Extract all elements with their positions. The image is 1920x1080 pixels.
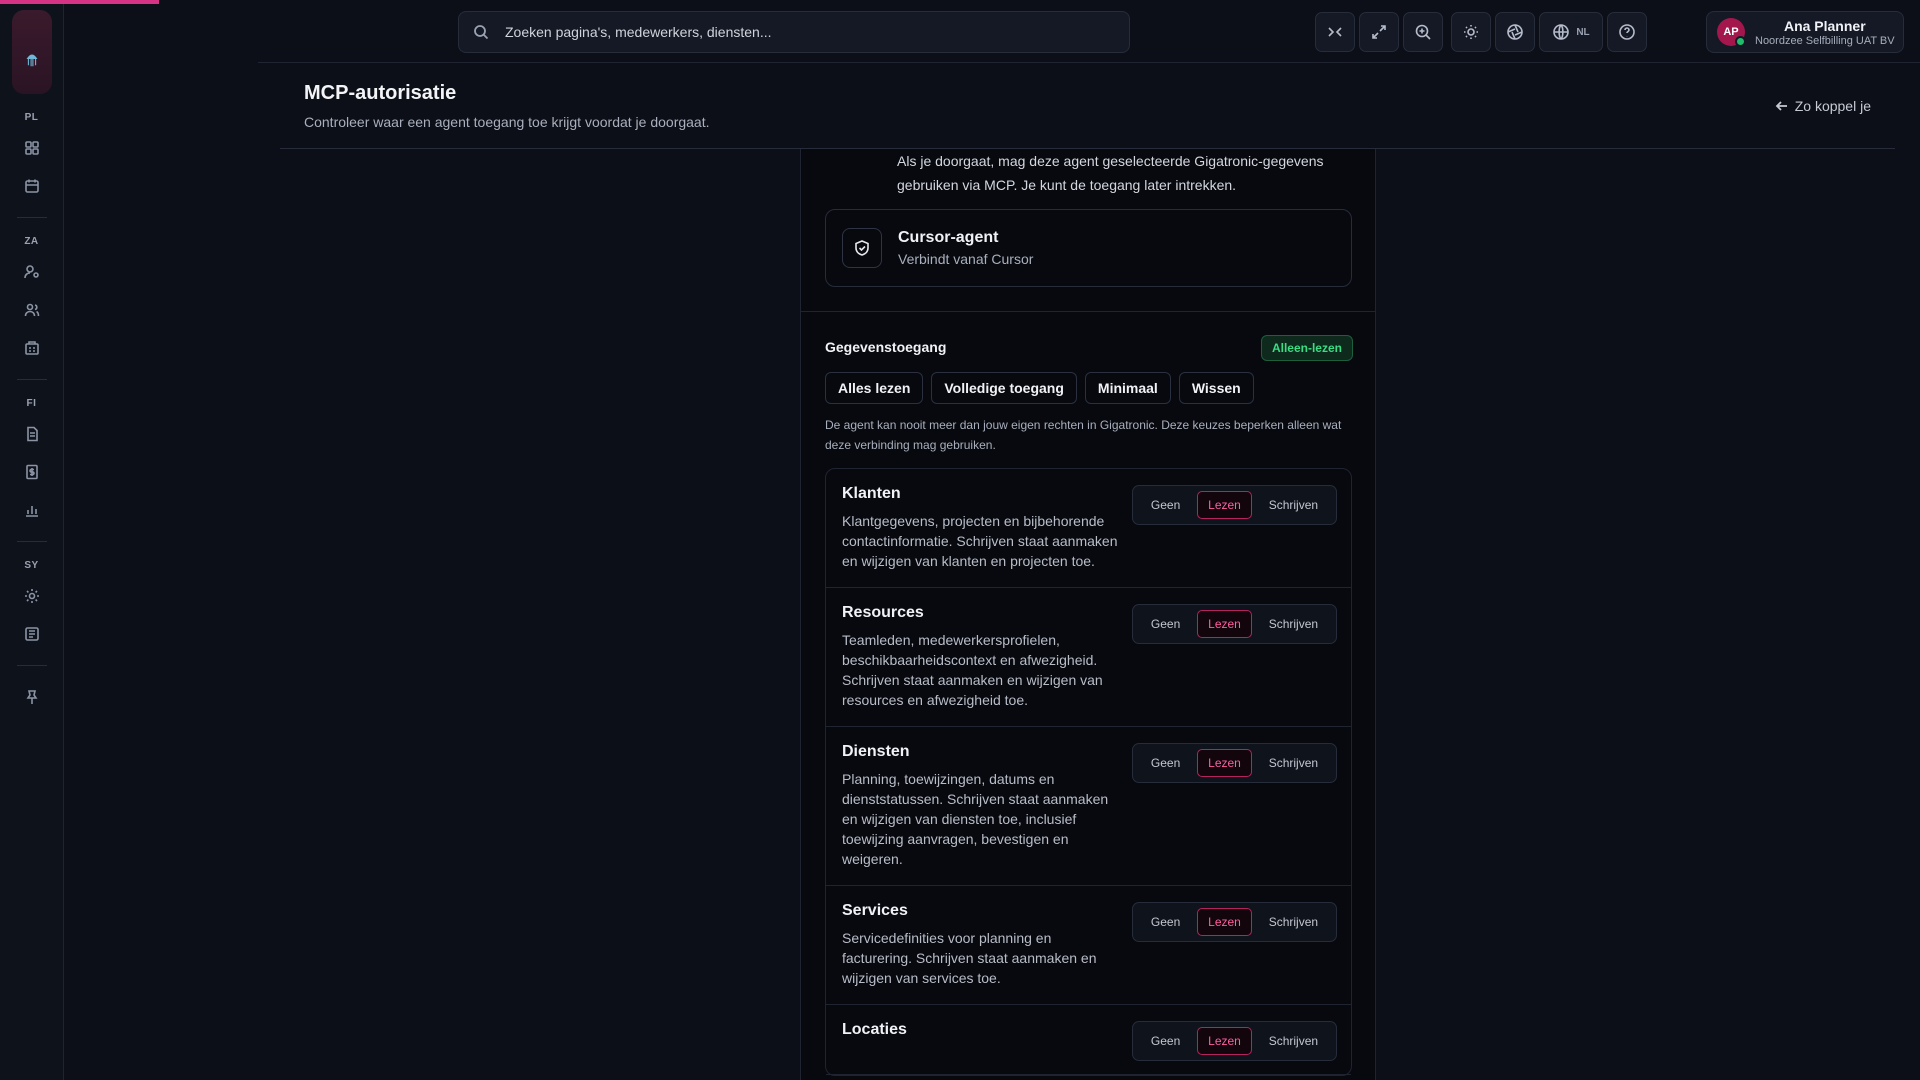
- page-header: MCP-autorisatie Controleer waar een agen…: [280, 64, 1895, 149]
- help-icon: [1619, 24, 1635, 40]
- page-subtitle: Controleer waar een agent toegang toe kr…: [304, 114, 710, 130]
- search-icon: [474, 25, 489, 40]
- rail-divider: [16, 665, 47, 666]
- sun-icon: [1464, 25, 1478, 39]
- user-cog-icon[interactable]: [13, 253, 51, 291]
- aperture-button[interactable]: [1495, 12, 1535, 52]
- rail-divider: [16, 217, 47, 218]
- chart-icon[interactable]: [13, 491, 51, 529]
- dashboard-icon[interactable]: [13, 129, 51, 167]
- permission-note: De agent kan nooit meer dan jouw eigen r…: [825, 418, 1342, 452]
- permission-level-selector: Geen Lezen Schrijven: [1132, 604, 1337, 644]
- level-write-option[interactable]: Schrijven: [1258, 749, 1329, 777]
- aperture-icon: [1507, 24, 1523, 40]
- collapse-sidebar-button[interactable]: [1315, 12, 1355, 52]
- fullscreen-button[interactable]: [1359, 12, 1399, 52]
- level-read-option[interactable]: Lezen: [1197, 1027, 1252, 1055]
- permission-row: Diensten Planning, toewijzingen, datums e…: [826, 727, 1351, 886]
- rail-section-za: ZA: [24, 236, 39, 247]
- how-to-connect-link[interactable]: Zo koppel je: [1775, 98, 1871, 114]
- user-menu[interactable]: AP Ana Planner Noordzee Selfbilling UAT …: [1706, 11, 1904, 53]
- level-write-option[interactable]: Schrijven: [1258, 491, 1329, 519]
- rail-section-sy: SY: [24, 560, 39, 571]
- permission-level-selector: Geen Lezen Schrijven: [1132, 902, 1337, 942]
- calendar-icon[interactable]: [13, 167, 51, 205]
- permission-level-selector: Geen Lezen Schrijven: [1132, 1021, 1337, 1061]
- level-write-option[interactable]: Schrijven: [1258, 1027, 1329, 1055]
- rail-section-fi: FI: [26, 398, 37, 409]
- invoice-icon[interactable]: [13, 453, 51, 491]
- rail-section-pl: PL: [24, 112, 39, 123]
- theme-toggle-button[interactable]: [1451, 12, 1491, 52]
- level-read-option[interactable]: Lezen: [1197, 749, 1252, 777]
- permission-description: Klantgegevens, projecten en bijbehorende…: [842, 513, 1118, 569]
- preset-minimal-button[interactable]: Minimaal: [1084, 372, 1171, 404]
- level-none-option[interactable]: Geen: [1140, 610, 1191, 638]
- permission-row: Services Servicedefinities voor planning …: [826, 886, 1351, 1005]
- level-write-option[interactable]: Schrijven: [1258, 908, 1329, 936]
- level-read-option[interactable]: Lezen: [1197, 491, 1252, 519]
- preset-read-all-button[interactable]: Alles lezen: [825, 372, 924, 404]
- building-icon[interactable]: [13, 329, 51, 367]
- arrow-left-icon: [1775, 101, 1787, 111]
- app-logo[interactable]: [11, 10, 52, 94]
- rail-divider: [16, 541, 47, 542]
- page-title: MCP-autorisatie: [304, 82, 457, 104]
- section-divider: [801, 311, 1375, 312]
- how-to-connect-label: Zo koppel je: [1794, 98, 1871, 114]
- authorization-panel: Als je doorgaat, mag deze agent geselect…: [800, 149, 1376, 1080]
- globe-icon: [1553, 24, 1570, 40]
- avatar: AP: [1717, 18, 1746, 47]
- level-none-option[interactable]: Geen: [1140, 1027, 1191, 1055]
- help-button[interactable]: [1607, 12, 1647, 52]
- rail-divider: [16, 379, 47, 380]
- permission-description: Servicedefinities voor planning en factu…: [842, 930, 1097, 986]
- permission-row: Locaties Geen Lezen Schrijven: [826, 1005, 1351, 1075]
- permission-level-selector: Geen Lezen Schrijven: [1132, 743, 1337, 783]
- level-write-option[interactable]: Schrijven: [1258, 610, 1329, 638]
- sidebar-rail: PL ZA FI SY: [0, 0, 64, 1080]
- permission-list: Klanten Klantgegevens, projecten en bijbe…: [825, 468, 1352, 1076]
- permission-row: Resources Teamleden, medewerkersprofielen…: [826, 588, 1351, 727]
- language-code: NL: [1576, 26, 1590, 38]
- language-button[interactable]: NL: [1539, 12, 1603, 52]
- user-organization: Noordzee Selfbilling UAT BV: [1755, 34, 1895, 47]
- permission-row: Klanten Klantgegevens, projecten en bijbe…: [826, 469, 1351, 588]
- log-icon[interactable]: [13, 615, 51, 653]
- user-name: Ana Planner: [1783, 17, 1866, 34]
- preset-clear-button[interactable]: Wissen: [1178, 372, 1254, 404]
- zoom-button[interactable]: [1403, 12, 1443, 52]
- expand-icon: [1372, 25, 1386, 39]
- settings-icon[interactable]: [13, 577, 51, 615]
- jellyfish-logo-icon: [26, 54, 37, 67]
- zoom-in-icon: [1415, 24, 1431, 40]
- collapse-icon: [1328, 27, 1342, 37]
- permission-level-selector: Geen Lezen Schrijven: [1132, 485, 1337, 525]
- agent-name: Cursor-agent: [898, 229, 999, 246]
- users-icon[interactable]: [13, 291, 51, 329]
- level-read-option[interactable]: Lezen: [1197, 610, 1252, 638]
- search-input[interactable]: [505, 24, 1105, 40]
- access-level-badge: Alleen-lezen: [1260, 335, 1353, 361]
- agent-card: Cursor-agent Verbindt vanaf Cursor: [825, 209, 1352, 287]
- preset-full-access-button[interactable]: Volledige toegang: [931, 372, 1077, 404]
- pin-icon[interactable]: [13, 678, 51, 716]
- intro-text: Als je doorgaat, mag deze agent geselect…: [897, 153, 1324, 193]
- document-icon[interactable]: [13, 415, 51, 453]
- level-none-option[interactable]: Geen: [1140, 908, 1191, 936]
- level-read-option[interactable]: Lezen: [1197, 908, 1252, 936]
- data-access-title: Gegevenstoegang: [825, 339, 947, 355]
- level-none-option[interactable]: Geen: [1140, 491, 1191, 519]
- permission-description: Teamleden, medewerkersprofielen, beschik…: [842, 632, 1103, 708]
- agent-subtitle: Verbindt vanaf Cursor: [898, 251, 1034, 267]
- page-loading-progress: [0, 0, 160, 4]
- shield-check-icon: [842, 228, 882, 268]
- permission-description: Planning, toewijzingen, datums en dienst…: [842, 771, 1109, 867]
- global-search[interactable]: [458, 11, 1130, 53]
- preset-buttons: Alles lezen Volledige toegang Minimaal W…: [825, 372, 1254, 404]
- top-bar: NL AP Ana Planner Noordzee Selfbilling U…: [258, 0, 1920, 63]
- level-none-option[interactable]: Geen: [1140, 749, 1191, 777]
